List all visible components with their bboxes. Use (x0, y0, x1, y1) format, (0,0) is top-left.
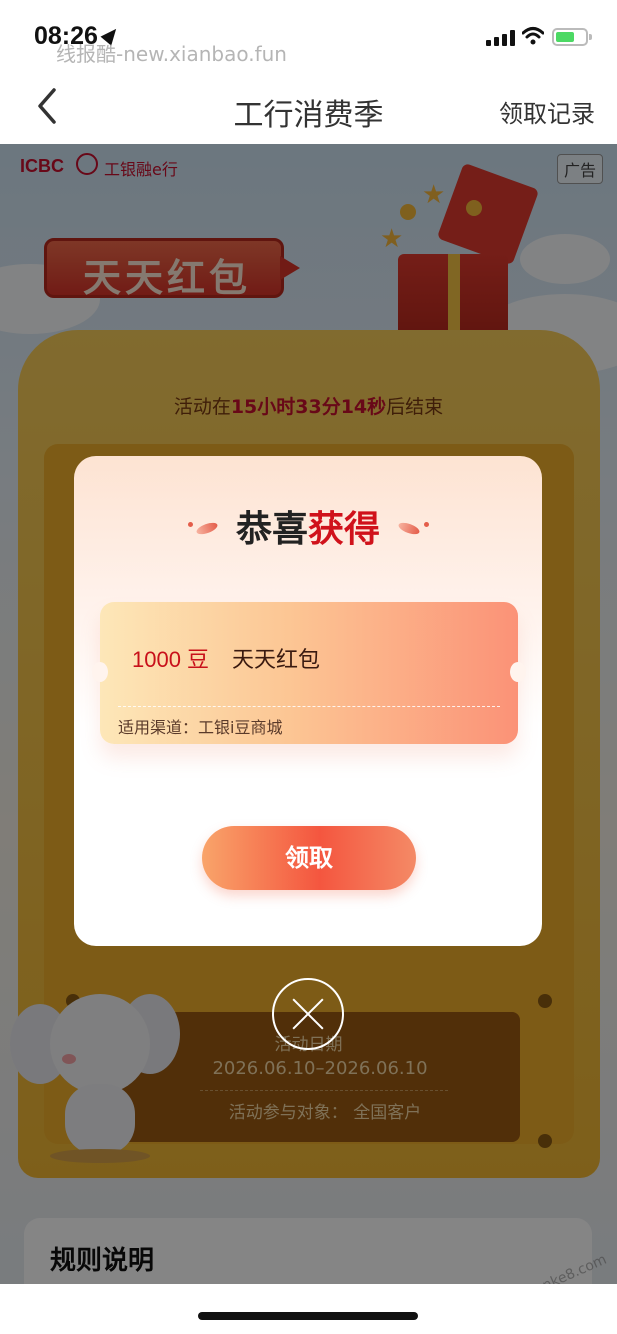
coupon-notch (92, 662, 108, 682)
reward-coupon: 1000 豆 天天红包 适用渠道：工银i豆商城 (92, 602, 526, 744)
coupon-notch (510, 662, 526, 682)
nav-bar: 工行消费季 领取记录 (0, 72, 617, 144)
reward-modal: 恭喜获得 1000 豆 天天红包 适用渠道：工银i豆商城 领取 (74, 456, 542, 946)
coupon-name: 天天红包 (232, 648, 321, 673)
coupon-divider (118, 706, 500, 707)
claim-history-link[interactable]: 领取记录 (499, 94, 595, 129)
coupon-amount: 1000 豆 (132, 647, 210, 672)
battery-icon (552, 28, 592, 46)
signal-icon (486, 30, 516, 46)
watermark-top: 线报酷-new.xianbao.fun (56, 42, 287, 66)
modal-title: 恭喜获得 (235, 509, 381, 550)
wifi-icon (522, 27, 544, 45)
status-bar: 08:26 线报酷-new.xianbao.fun (0, 0, 617, 72)
coupon-channel: 适用渠道：工银i豆商城 (118, 718, 283, 737)
home-indicator[interactable] (198, 1312, 418, 1320)
close-icon[interactable] (272, 978, 344, 1050)
claim-button[interactable]: 领取 (202, 826, 416, 890)
